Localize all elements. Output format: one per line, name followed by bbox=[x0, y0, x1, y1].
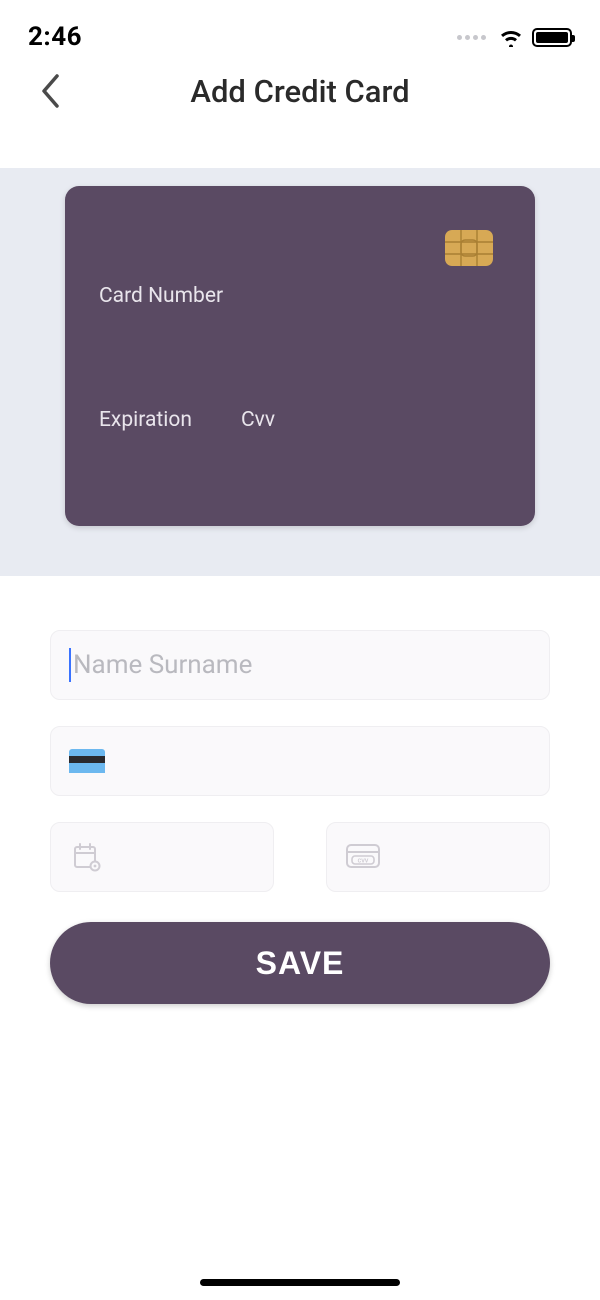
save-button[interactable]: SAVE bbox=[50, 922, 550, 1004]
card-number-field[interactable] bbox=[50, 726, 550, 796]
cellular-dots-icon bbox=[457, 35, 486, 40]
status-time: 2:46 bbox=[28, 22, 82, 52]
battery-icon bbox=[532, 28, 572, 47]
card-number-label: Card Number bbox=[99, 284, 223, 308]
credit-card-preview: Card Number Expiration Cvv bbox=[65, 186, 535, 526]
card-expiration-label: Expiration bbox=[99, 408, 192, 432]
status-bar: 2:46 bbox=[0, 0, 600, 56]
nav-header: Add Credit Card bbox=[0, 56, 600, 126]
card-cvv-label: Cvv bbox=[241, 408, 275, 432]
home-indicator[interactable] bbox=[200, 1279, 400, 1286]
card-preview-panel: Card Number Expiration Cvv bbox=[0, 168, 600, 576]
page-title: Add Credit Card bbox=[190, 73, 409, 110]
card-form: Name Surname bbox=[0, 576, 600, 1004]
status-indicators bbox=[457, 27, 572, 47]
expiry-field[interactable] bbox=[50, 822, 274, 892]
back-button[interactable] bbox=[30, 71, 70, 111]
name-field[interactable]: Name Surname bbox=[50, 630, 550, 700]
wifi-icon bbox=[498, 27, 524, 47]
card-chip-icon bbox=[445, 230, 493, 266]
cvv-field[interactable]: CVV bbox=[326, 822, 550, 892]
chevron-left-icon bbox=[40, 74, 60, 108]
